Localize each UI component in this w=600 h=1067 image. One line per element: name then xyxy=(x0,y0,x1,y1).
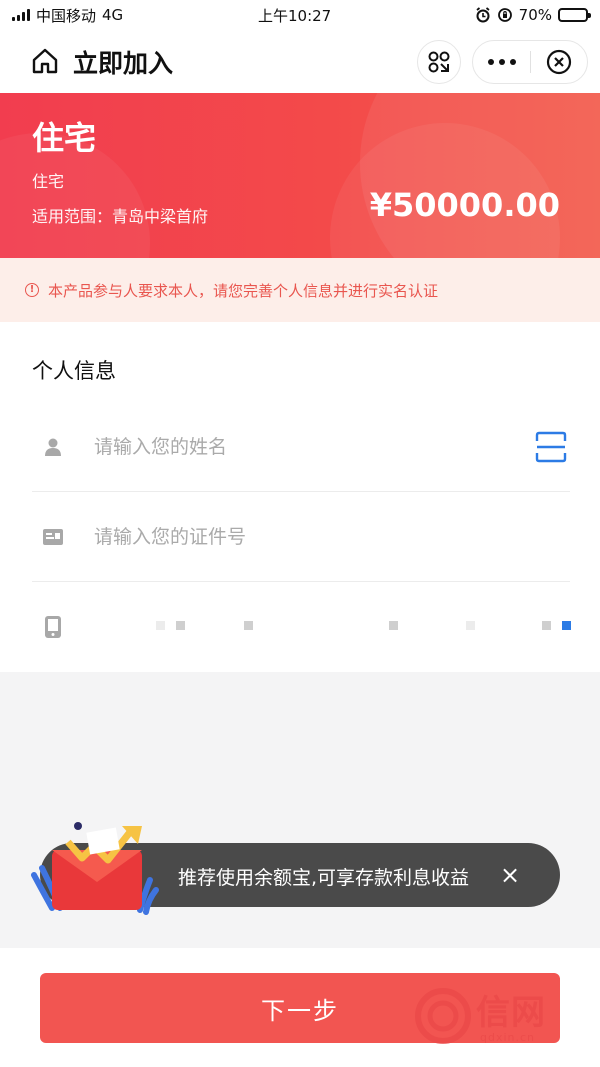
nav-bar: 立即加入 xyxy=(0,30,600,93)
info-icon: ! xyxy=(25,283,39,297)
miniprogram-capsule xyxy=(472,40,588,84)
rotation-lock-icon xyxy=(497,8,512,22)
alarm-icon xyxy=(476,7,490,23)
more-icon xyxy=(487,59,516,65)
name-row xyxy=(32,402,570,492)
status-bar: 中国移动 4G 上午10:27 70% xyxy=(0,0,600,30)
watermark-domain: qdxin.cn xyxy=(480,1031,536,1044)
phone-icon xyxy=(42,616,64,638)
watermark-brand: 信网 xyxy=(476,993,546,1033)
close-button[interactable] xyxy=(531,41,587,83)
name-input[interactable] xyxy=(94,435,494,458)
product-amount: ¥50000.00 xyxy=(369,186,560,224)
watermark-logo-icon xyxy=(415,988,471,1044)
personal-info-form: 个人信息 xyxy=(0,322,600,672)
id-row xyxy=(32,492,570,582)
product-subtitle: 住宅 xyxy=(32,172,65,191)
section-title: 个人信息 xyxy=(32,359,116,383)
signal-icon xyxy=(12,9,30,21)
close-circle-icon xyxy=(546,49,572,75)
site-watermark: 信网 qdxin.cn xyxy=(412,985,592,1047)
person-icon xyxy=(42,436,64,458)
carrier-name: 中国移动 xyxy=(36,6,97,25)
page-title: 立即加入 xyxy=(73,49,174,78)
red-envelope-icon xyxy=(31,822,159,915)
verification-notice: ! 本产品参与人要求本人，请您完善个人信息并进行实名认证 xyxy=(0,258,600,322)
phone-row xyxy=(32,582,571,672)
scan-id-icon[interactable] xyxy=(534,430,568,464)
product-title: 住宅 xyxy=(32,119,97,157)
id-number-input[interactable] xyxy=(94,525,494,548)
clock: 上午10:27 xyxy=(258,6,332,25)
id-card-icon xyxy=(42,526,64,548)
battery-icon xyxy=(558,8,591,22)
toast-close-button[interactable]: × xyxy=(494,859,526,891)
more-button[interactable] xyxy=(473,41,530,83)
home-icon[interactable] xyxy=(30,46,60,76)
product-scope: 适用范围：青岛中梁首府 xyxy=(32,207,209,226)
scan-qr-icon xyxy=(428,51,450,73)
battery-percent: 70% xyxy=(518,6,552,24)
network-type: 4G xyxy=(102,6,124,24)
toast-text: 推荐使用余额宝,可享存款利息收益 xyxy=(178,867,470,889)
notice-text: 本产品参与人要求本人，请您完善个人信息并进行实名认证 xyxy=(48,281,439,300)
masked-phone-field[interactable] xyxy=(94,621,571,633)
scan-button[interactable] xyxy=(417,40,461,84)
product-banner: 住宅 住宅 适用范围：青岛中梁首府 ¥50000.00 xyxy=(0,93,600,258)
